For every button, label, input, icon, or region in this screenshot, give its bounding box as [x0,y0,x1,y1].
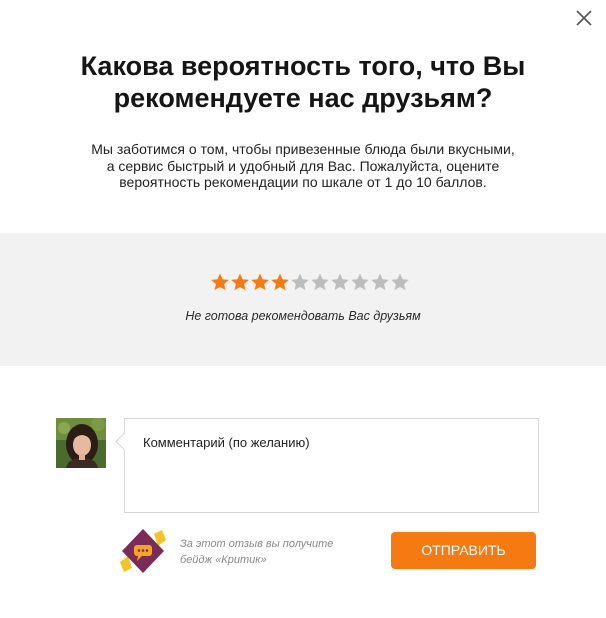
user-avatar-image [56,418,106,468]
rating-section: Не готова рекомендовать Вас друзьям [0,233,606,366]
page-title: Какова вероятность того, что Вы рекоменд… [0,50,606,114]
badge-info-text: За этот отзыв вы получите бейдж «Критик» [180,536,370,568]
feedback-modal: Какова вероятность того, что Вы рекоменд… [0,0,606,618]
star-icon-10[interactable] [390,272,410,292]
badge-text-line-2: бейдж «Критик» [180,554,267,566]
comment-input[interactable] [143,435,523,499]
star-icon-8[interactable] [350,272,370,292]
star-icon-7[interactable] [330,272,350,292]
avatar [56,418,106,468]
title-line-2: рекомендуете нас друзьям? [113,83,493,113]
star-rating [210,272,410,294]
critic-badge-icon [118,526,168,576]
star-icon-3[interactable] [250,272,270,292]
star-icon-2[interactable] [230,272,250,292]
submit-button[interactable]: ОТПРАВИТЬ [391,532,536,569]
star-icon-4[interactable] [270,272,290,292]
close-icon [576,10,592,26]
close-button[interactable] [574,8,594,28]
description-line-2: а сервис быстрый и удобный для Вас. Пожа… [106,157,500,174]
description: Мы заботимся о том, чтобы привезенные бл… [60,141,546,191]
description-line-3: вероятность рекомендации по шкале от 1 д… [119,174,487,190]
title-line-1: Какова вероятность того, что Вы [80,51,526,81]
star-icon-6[interactable] [310,272,330,292]
description-line-1: Мы заботимся о том, чтобы привезенные бл… [91,141,515,157]
star-icon-1[interactable] [210,272,230,292]
rating-label: Не готова рекомендовать Вас друзьям [185,309,421,323]
comment-field-wrapper [124,418,539,513]
star-icon-9[interactable] [370,272,390,292]
star-icon-5[interactable] [290,272,310,292]
badge-text-line-1: За этот отзыв вы получите [180,538,334,550]
